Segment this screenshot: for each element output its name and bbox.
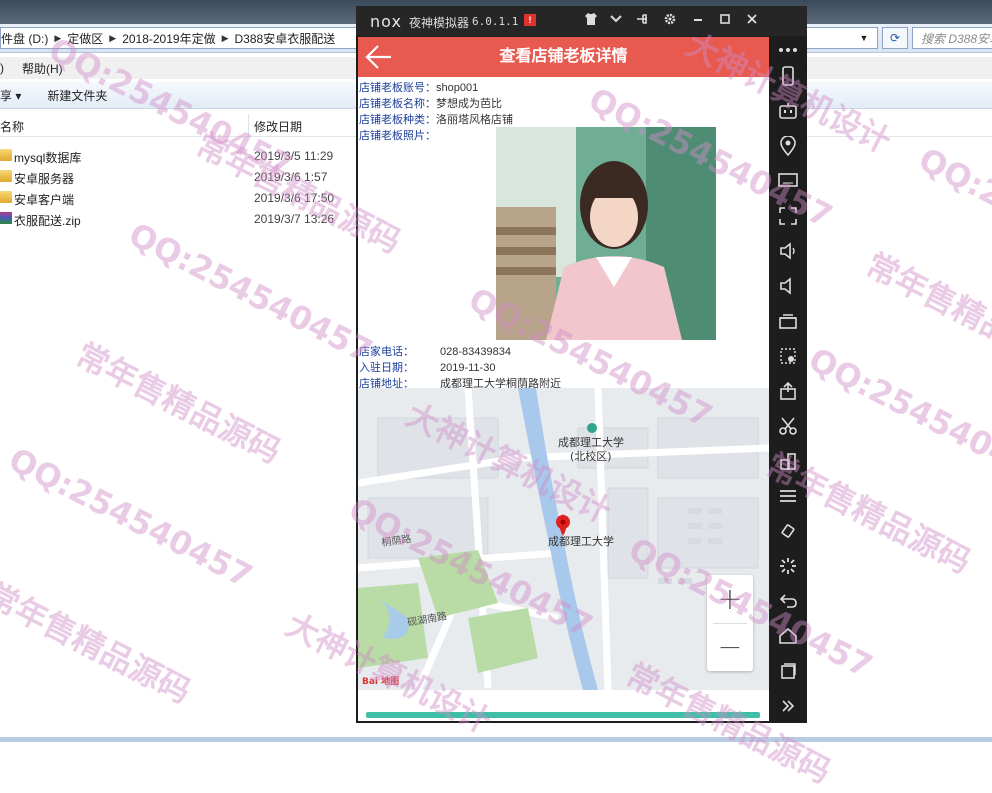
breadcrumb-arrow-icon: ▶ — [54, 32, 62, 43]
folder-icon — [0, 191, 12, 203]
map-label-campus: 成都理工大学 — [558, 435, 624, 449]
folder-icon — [0, 170, 12, 182]
breadcrumb-folder-1[interactable]: 定做区 — [67, 30, 103, 47]
field-label: 店铺老板种类： — [359, 114, 436, 126]
column-divider[interactable] — [248, 114, 249, 136]
address-dropdown-icon[interactable]: ▼ — [857, 28, 871, 48]
volume-down-icon[interactable] — [776, 274, 800, 298]
breadcrumb-arrow-icon: ▶ — [221, 32, 229, 43]
more-dots-icon[interactable] — [776, 38, 800, 62]
field-value: shop001 — [436, 82, 479, 94]
minimize-icon[interactable] — [689, 12, 707, 30]
file-name: 衣服配送.zip — [14, 214, 81, 228]
baidu-map-logo: Bai 地图 — [362, 675, 399, 687]
field-join-date: 入驻日期： 2019-11-30 — [359, 359, 495, 375]
field-value: 028-83439834 — [440, 346, 511, 358]
refresh-button[interactable]: ⟳ — [882, 27, 908, 49]
bottom-progress-strip — [366, 712, 760, 718]
owner-photo — [496, 127, 716, 340]
field-value: 洛丽塔风格店铺 — [436, 114, 513, 126]
map-label-campus-sub: (北校区) — [570, 449, 612, 463]
file-date: 2019/3/6 1:57 — [254, 170, 328, 184]
field-phone: 店家电话： 028-83439834 — [359, 343, 511, 359]
gear-icon[interactable] — [661, 12, 679, 30]
field-shop-type: 店铺老板种类：洛丽塔风格店铺 — [359, 111, 513, 127]
file-date: 2019/3/7 13:26 — [254, 212, 335, 226]
field-label: 店家电话： — [359, 346, 414, 358]
recent-apps-icon[interactable] — [776, 659, 800, 683]
screenshot-icon[interactable] — [776, 344, 800, 368]
menu-item-partial[interactable]: ) — [0, 61, 4, 75]
column-modified[interactable]: 修改日期 — [254, 118, 302, 135]
new-folder-button[interactable]: 新建文件夹 — [47, 87, 107, 104]
field-label: 店铺老板账号： — [359, 82, 436, 94]
phone-rotate-icon[interactable] — [776, 64, 800, 88]
close-icon[interactable] — [743, 12, 761, 30]
emulator-name: 夜神模拟器 — [409, 16, 470, 30]
volume-up-icon[interactable] — [776, 239, 800, 263]
robot-icon[interactable] — [776, 99, 800, 123]
field-owner-name: 店铺老板名称：梦想成为芭比 — [359, 95, 502, 111]
breadcrumb-drive[interactable]: 件盘 (D:) — [1, 30, 48, 47]
emulator-version: 6.0.1.1 — [472, 15, 519, 28]
zoom-in-button[interactable]: + — [707, 575, 753, 623]
poi-marker-icon[interactable] — [587, 423, 597, 433]
field-value: 2019-11-30 — [440, 362, 496, 374]
android-screen: 查看店铺老板详情 店铺老板账号：shop001 店铺老板名称：梦想成为芭比 店铺… — [358, 37, 769, 721]
page-title: 查看店铺老板详情 — [499, 48, 628, 65]
alert-badge[interactable]: ! — [524, 14, 536, 26]
location-icon[interactable] — [776, 134, 800, 158]
location-map[interactable]: 成都理工大学 (北校区) 成都理工大学 桐荫路 砚湖南路 Bai 地图 + − — [358, 388, 769, 690]
organize-button[interactable]: 享 ▾ — [0, 87, 21, 104]
app-bar: 查看店铺老板详情 — [358, 37, 769, 77]
shirt-icon[interactable] — [582, 12, 600, 30]
toolbox-icon[interactable] — [776, 309, 800, 333]
file-row[interactable]: mysql数据库 2019/3/5 11:29 — [0, 146, 360, 166]
file-name: 安卓客户端 — [14, 193, 75, 207]
nox-emulator-window: nox 夜神模拟器 6.0.1.1 ! 查看店铺老板详情 店铺老板账号：shop… — [356, 6, 807, 723]
field-photo: 店铺老板照片： — [359, 127, 436, 143]
maximize-icon[interactable] — [716, 12, 734, 30]
breadcrumb-arrow-icon: ▶ — [109, 32, 117, 43]
file-name: mysql数据库 — [14, 151, 82, 165]
field-label: 入驻日期： — [359, 362, 414, 374]
pin-icon[interactable] — [633, 12, 651, 30]
android-home-icon[interactable] — [776, 624, 800, 648]
field-label: 店铺老板名称： — [359, 98, 436, 110]
taskbar — [0, 737, 992, 742]
loading-icon[interactable] — [776, 554, 800, 578]
nox-logo: nox — [370, 12, 402, 31]
breadcrumb-folder-3[interactable]: D388安卓衣服配送 — [235, 30, 336, 47]
file-row[interactable]: 衣服配送.zip 2019/3/7 13:26 — [0, 209, 360, 229]
zoom-out-button[interactable]: − — [707, 623, 753, 671]
file-row[interactable]: 安卓服务器 2019/3/6 1:57 — [0, 167, 360, 187]
column-name[interactable]: 名称 — [0, 118, 24, 135]
menu-item-help[interactable]: 帮助(H) — [22, 60, 63, 77]
file-row[interactable]: 安卓客户端 2019/3/6 17:50 — [0, 188, 360, 208]
scissors-icon[interactable] — [776, 414, 800, 438]
chevron-down-icon[interactable] — [607, 12, 625, 30]
field-account: 店铺老板账号：shop001 — [359, 79, 478, 95]
android-back-icon[interactable] — [776, 589, 800, 613]
field-value: 梦想成为芭比 — [436, 98, 502, 110]
zoom-control: + − — [707, 575, 753, 671]
screen-icon[interactable] — [776, 169, 800, 193]
search-input[interactable]: 搜索 D388安卓 — [912, 27, 992, 49]
breadcrumb-folder-2[interactable]: 2018-2019年定做 — [122, 30, 215, 47]
fullscreen-icon[interactable] — [776, 204, 800, 228]
apk-install-icon[interactable] — [776, 379, 800, 403]
multi-window-icon[interactable] — [776, 449, 800, 473]
field-label: 店铺老板照片： — [359, 130, 436, 142]
shake-icon[interactable] — [776, 519, 800, 543]
emulator-title-bar[interactable]: nox 夜神模拟器 6.0.1.1 ! — [356, 6, 807, 36]
file-date: 2019/3/5 11:29 — [254, 149, 334, 163]
file-date: 2019/3/6 17:50 — [254, 191, 335, 205]
menu-lines-icon[interactable] — [776, 484, 800, 508]
map-label-pin: 成都理工大学 — [548, 534, 614, 548]
expand-sidebar-icon[interactable] — [776, 694, 800, 718]
emulator-sidebar — [770, 36, 807, 723]
file-name: 安卓服务器 — [14, 172, 75, 186]
folder-icon — [0, 149, 12, 161]
zip-archive-icon — [0, 212, 12, 224]
